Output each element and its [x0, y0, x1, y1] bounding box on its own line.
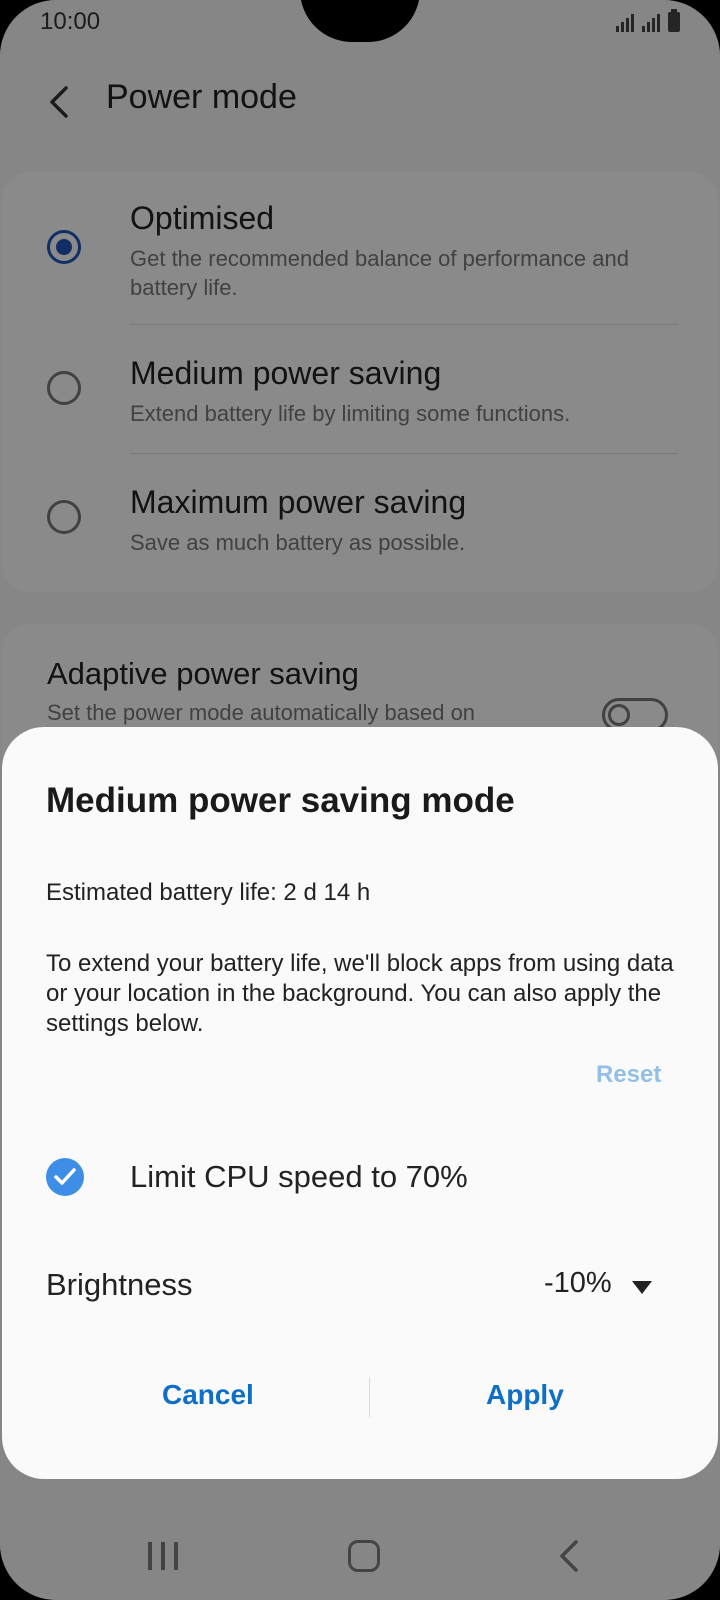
home-icon[interactable]: [348, 1540, 380, 1572]
recents-icon[interactable]: [148, 1542, 178, 1570]
brightness-value[interactable]: -10%: [544, 1267, 612, 1300]
dialog-title: Medium power saving mode: [46, 781, 515, 820]
button-separator: [369, 1377, 370, 1417]
cpu-limit-label[interactable]: Limit CPU speed to 70%: [130, 1159, 468, 1195]
brightness-label: Brightness: [46, 1267, 193, 1302]
nav-back-icon[interactable]: [554, 1538, 584, 1574]
medium-power-saving-dialog: Medium power saving mode Estimated batte…: [2, 727, 718, 1479]
cpu-limit-checkbox[interactable]: [46, 1158, 84, 1196]
checkmark-icon: [54, 1168, 76, 1185]
estimated-battery-life: Estimated battery life: 2 d 14 h: [46, 879, 371, 906]
dropdown-triangle-icon[interactable]: [632, 1281, 652, 1294]
phone-screen: 10:00 Power mode Optimised Get the recom…: [0, 0, 720, 1600]
dialog-description: To extend your battery life, we'll block…: [46, 950, 674, 1037]
apply-button[interactable]: Apply: [486, 1379, 564, 1411]
cancel-button[interactable]: Cancel: [162, 1379, 254, 1411]
navigation-bar: [0, 1500, 720, 1600]
reset-button[interactable]: Reset: [596, 1061, 661, 1089]
